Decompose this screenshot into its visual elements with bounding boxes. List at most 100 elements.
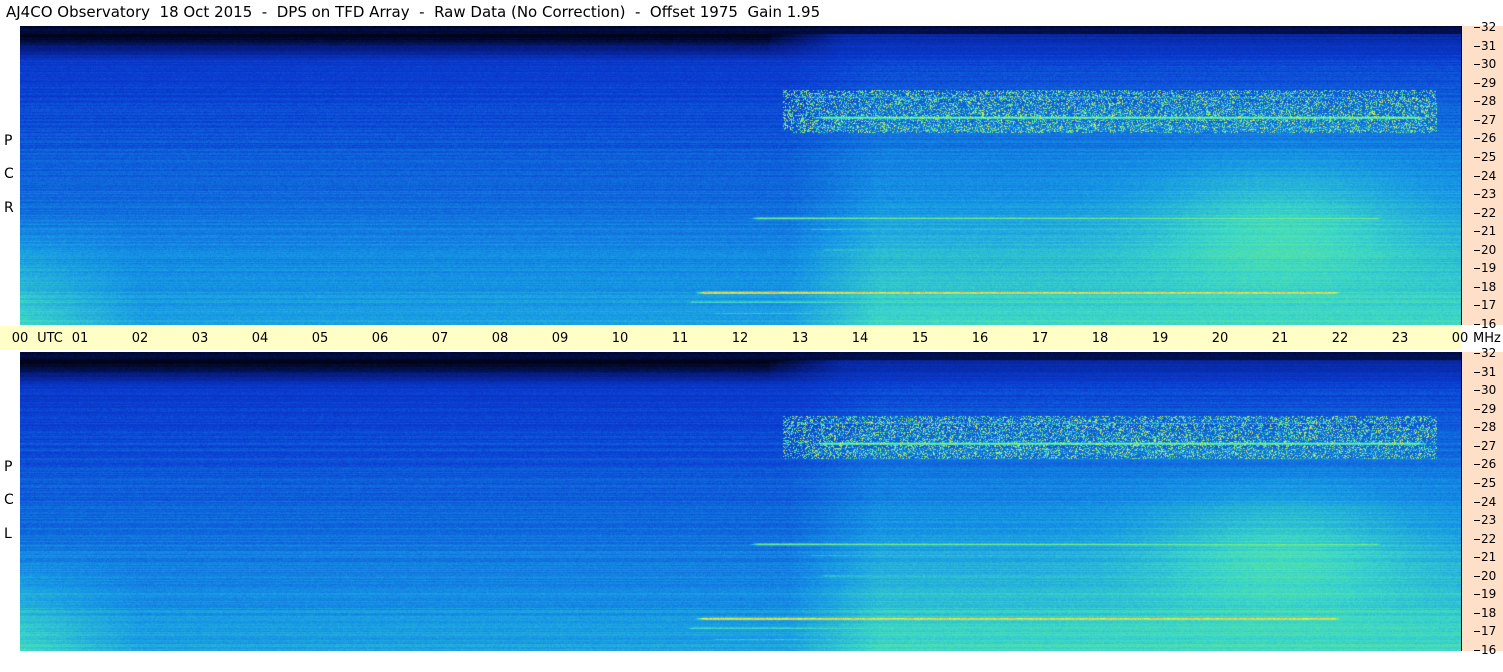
freq-tick-label: 19 [1481, 587, 1497, 602]
freq-axis-top: 16 17 18 19 20 21 22 23 24 25 26 27 28 29 30 31 32 [1461, 20, 1503, 331]
freq-tick-label: 26 [1481, 131, 1497, 146]
lcp-letter-l: L [4, 526, 12, 542]
freq-tick [1474, 538, 1480, 540]
lcp-label: P C L [0, 352, 20, 651]
time-tick-label: 19 [1151, 331, 1169, 346]
freq-axis-bottom: 16 17 18 19 20 21 22 23 24 25 26 27 28 29 30 31 32 [1461, 346, 1503, 657]
time-tick-label: 16 [971, 331, 989, 346]
freq-tick-label: 30 [1481, 383, 1497, 398]
freq-tick [1474, 650, 1480, 651]
utc-time-axis: 00 UTC 01 02 03 04 05 06 07 08 09 10 11 12 13 14 15 16 17 1… [0, 326, 1468, 350]
freq-tick [1474, 612, 1480, 614]
lcp-letter-c: C [4, 492, 14, 508]
freq-tick-label: 23 [1481, 513, 1497, 528]
time-tick-label: 20 [1211, 331, 1229, 346]
rcp-label: P C R [0, 26, 20, 325]
rcp-spectrogram [20, 26, 1461, 325]
time-tick-label: 01 [71, 331, 89, 346]
time-tick-label: 03 [191, 331, 209, 346]
freq-tick [1474, 45, 1480, 47]
freq-tick-label: 19 [1481, 261, 1497, 276]
freq-tick [1474, 249, 1480, 251]
chart-title: AJ4CO Observatory 18 Oct 2015 - DPS on T… [6, 3, 821, 21]
freq-tick-label: 17 [1481, 298, 1497, 313]
freq-tick-label: 22 [1481, 531, 1497, 546]
freq-tick-label: 20 [1481, 568, 1497, 583]
time-tick-label: 10 [611, 331, 629, 346]
time-tick-label: 18 [1091, 331, 1109, 346]
time-tick-label: 15 [911, 331, 929, 346]
freq-tick [1474, 101, 1480, 103]
freq-tick [1474, 156, 1480, 158]
time-tick-label: 00 [1451, 331, 1469, 346]
freq-tick-label: 28 [1481, 94, 1497, 109]
freq-tick-label: 29 [1481, 401, 1497, 416]
freq-tick [1474, 212, 1480, 214]
freq-tick-label: 31 [1481, 38, 1497, 53]
freq-tick [1474, 119, 1480, 121]
freq-tick [1474, 464, 1480, 466]
freq-tick [1474, 520, 1480, 522]
freq-tick [1474, 175, 1480, 177]
freq-tick-label: 27 [1481, 438, 1497, 453]
freq-tick-label: 18 [1481, 279, 1497, 294]
freq-tick-label: 23 [1481, 187, 1497, 202]
time-tick-label: 21 [1271, 331, 1289, 346]
utc-label: UTC [37, 331, 63, 346]
freq-tick-label: 26 [1481, 457, 1497, 472]
freq-tick [1474, 631, 1480, 633]
time-tick-label: 05 [311, 331, 329, 346]
freq-tick-label: 16 [1481, 317, 1497, 331]
freq-tick-label: 27 [1481, 112, 1497, 127]
time-tick-label: 22 [1331, 331, 1349, 346]
freq-tick-label: 21 [1481, 550, 1497, 565]
freq-tick [1474, 445, 1480, 447]
freq-tick-label: 24 [1481, 168, 1497, 183]
freq-tick-label: 28 [1481, 420, 1497, 435]
freq-tick [1474, 138, 1480, 140]
freq-tick [1474, 482, 1480, 484]
time-tick-label: 02 [131, 331, 149, 346]
freq-tick [1474, 390, 1480, 392]
freq-tick [1474, 371, 1480, 373]
freq-tick-label: 20 [1481, 242, 1497, 257]
freq-tick [1474, 268, 1480, 270]
freq-tick [1474, 353, 1480, 354]
time-tick-label: 07 [431, 331, 449, 346]
freq-tick-label: 16 [1481, 643, 1497, 657]
freq-tick-label: 29 [1481, 75, 1497, 90]
freq-tick [1474, 594, 1480, 596]
time-tick-label: 17 [1031, 331, 1049, 346]
freq-tick [1474, 82, 1480, 84]
freq-tick [1474, 575, 1480, 577]
mhz-unit-label: MHz [1473, 331, 1501, 346]
freq-tick-label: 17 [1481, 624, 1497, 639]
freq-tick-label: 22 [1481, 205, 1497, 220]
freq-tick [1474, 231, 1480, 233]
freq-tick-label: 24 [1481, 494, 1497, 509]
freq-tick [1474, 27, 1480, 28]
rcp-letter-p: P [4, 133, 13, 149]
lcp-letter-p: P [4, 459, 13, 475]
lcp-spectrogram [20, 352, 1461, 651]
freq-tick [1474, 194, 1480, 196]
time-tick-label: 23 [1391, 331, 1409, 346]
freq-tick-label: 30 [1481, 57, 1497, 72]
freq-tick [1474, 557, 1480, 559]
time-tick-label: 08 [491, 331, 509, 346]
time-tick-label: 14 [851, 331, 869, 346]
freq-tick [1474, 501, 1480, 503]
freq-tick-label: 32 [1481, 346, 1497, 360]
time-tick-label: 13 [791, 331, 809, 346]
rcp-letter-r: R [4, 200, 14, 216]
freq-tick-label: 25 [1481, 475, 1497, 490]
time-tick-label: 12 [731, 331, 749, 346]
time-tick-label: 00 [11, 331, 29, 346]
freq-tick-label: 31 [1481, 364, 1497, 379]
freq-axis-line-bottom [1461, 352, 1462, 651]
freq-tick-label: 32 [1481, 20, 1497, 34]
freq-tick [1474, 427, 1480, 429]
freq-tick [1474, 64, 1480, 66]
freq-tick-label: 18 [1481, 605, 1497, 620]
time-tick-label: 06 [371, 331, 389, 346]
